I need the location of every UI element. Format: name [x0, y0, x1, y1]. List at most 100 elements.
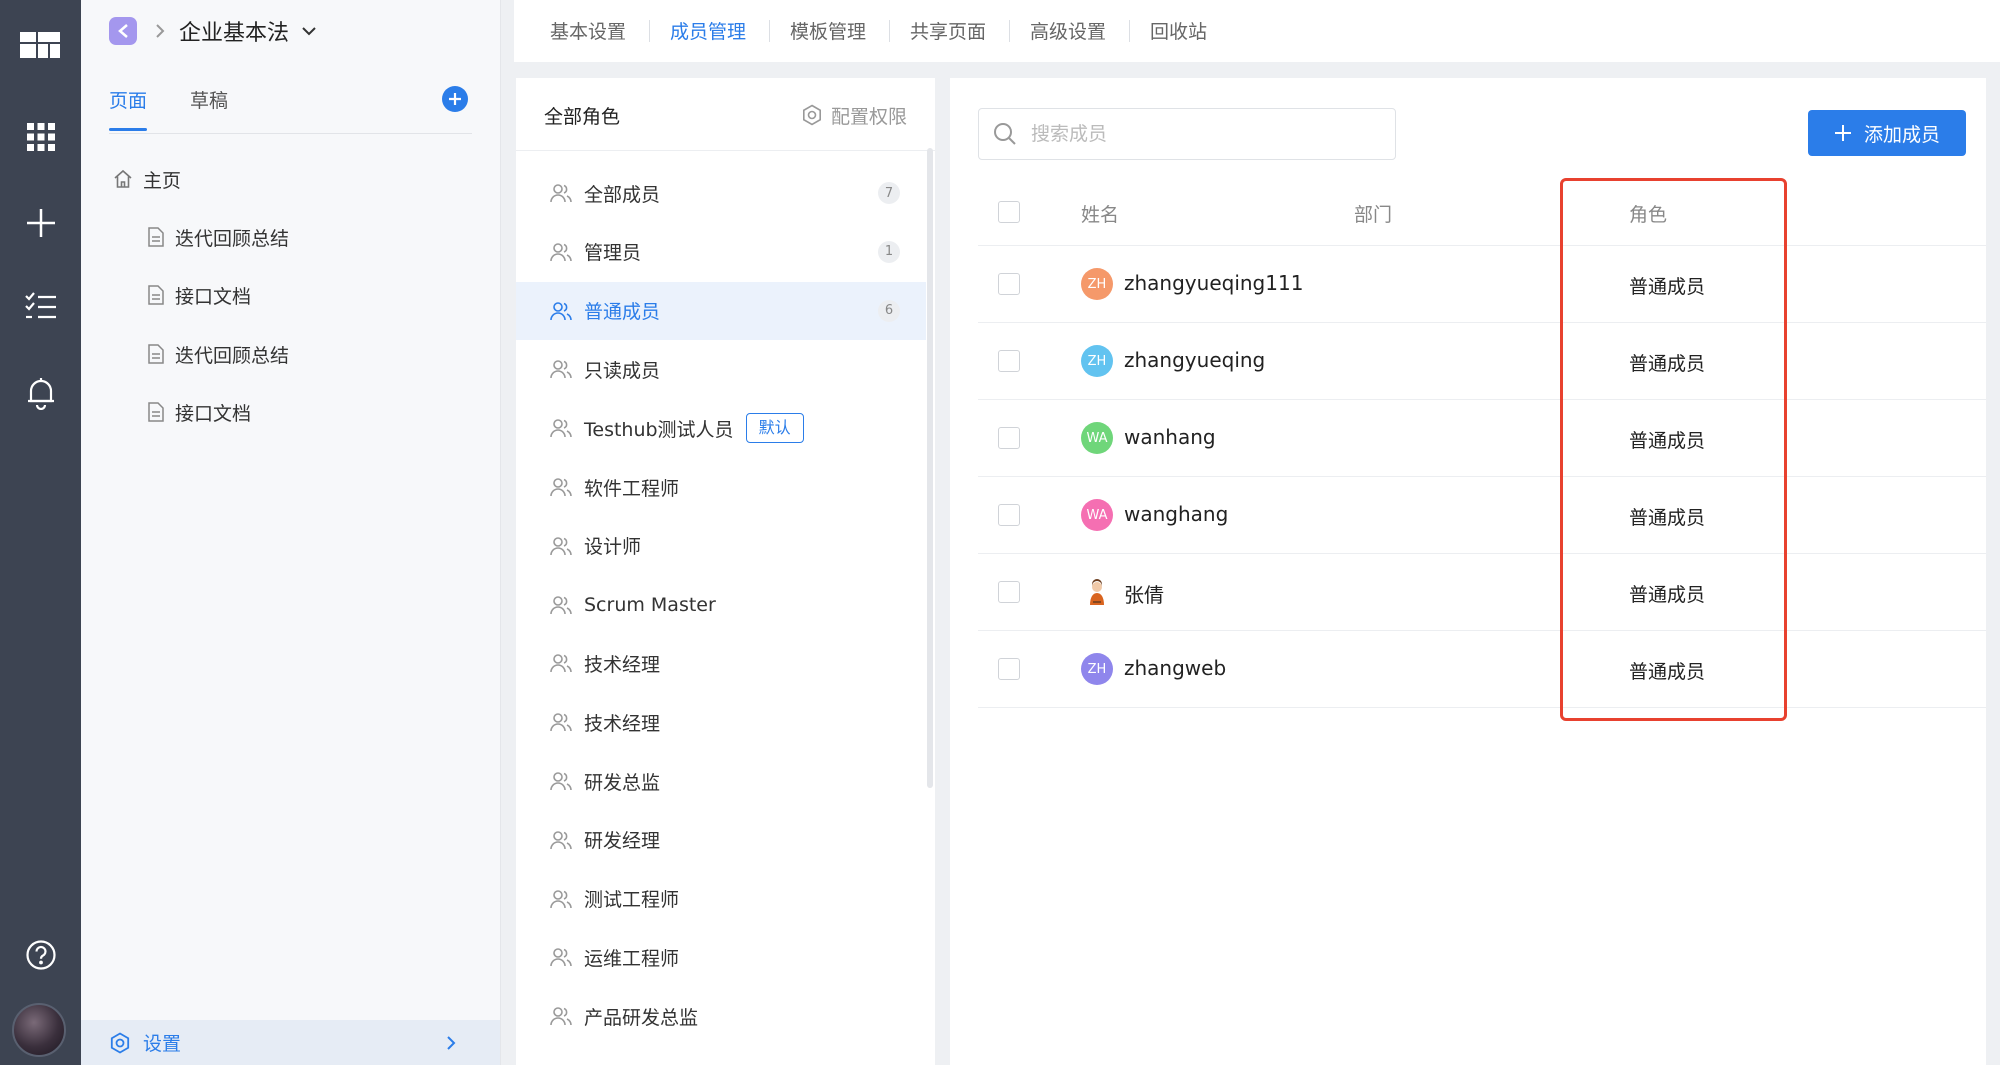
space-name[interactable]: 企业基本法 [179, 15, 289, 47]
home-icon [114, 169, 132, 188]
member-name[interactable]: wanhang [1124, 425, 1216, 449]
tab-divider [1009, 20, 1010, 42]
row-checkbox[interactable] [998, 581, 1020, 603]
row-checkbox[interactable] [998, 427, 1020, 449]
user-group-icon [550, 1007, 572, 1026]
settings-label: 设置 [143, 1033, 182, 1055]
tree-item-page[interactable]: 接口文档 [147, 397, 251, 427]
role-item[interactable]: 全部成员 7 [516, 164, 926, 222]
user-group-icon [550, 713, 572, 732]
member-name[interactable]: zhangyueqing111 [1124, 271, 1303, 295]
row-checkbox[interactable] [998, 273, 1020, 295]
role-item[interactable]: 普通成员 6 [516, 281, 926, 340]
configure-permissions-button[interactable]: 配置权限 [801, 102, 907, 129]
tree-item-page[interactable]: 迭代回顾总结 [147, 339, 289, 369]
add-member-label: 添加成员 [1863, 123, 1940, 146]
apps-grid-icon[interactable] [0, 112, 81, 162]
page-tabs: 页面 草稿 [109, 82, 472, 134]
role-item[interactable]: 设计师 [516, 517, 926, 575]
member-avatar: WA [1081, 499, 1113, 531]
tab-advanced-settings[interactable]: 高级设置 [1030, 17, 1106, 44]
row-divider [978, 553, 1986, 554]
document-icon [148, 402, 164, 422]
tab-recycle-bin[interactable]: 回收站 [1150, 17, 1207, 44]
row-divider [978, 630, 1986, 631]
plus-icon[interactable] [0, 198, 81, 248]
tab-divider [889, 20, 890, 42]
avatar-image-icon [1090, 579, 1104, 605]
role-item[interactable]: 产品研发总监 [516, 987, 926, 1045]
search-box[interactable] [978, 108, 1396, 160]
roles-title: 全部角色 [544, 105, 621, 128]
role-label: 只读成员 [584, 359, 661, 382]
tab-divider [1129, 20, 1130, 42]
roles-panel: 全部角色 配置权限 全部成员 7 管理员 1 普通成员 6 只读成员 Testhub测试人员默… [516, 78, 935, 1065]
member-avatar: ZH [1081, 268, 1113, 300]
role-item[interactable]: 运维工程师 [516, 928, 926, 986]
avatar-initials: WA [1086, 430, 1108, 446]
role-label: 技术经理 [584, 653, 661, 676]
document-icon [148, 227, 164, 247]
role-label: Scrum Master [584, 593, 716, 616]
role-count-badge: 7 [878, 182, 900, 204]
column-header-department[interactable]: 部门 [1354, 200, 1392, 227]
search-input[interactable] [1031, 123, 1391, 145]
role-label: 研发总监 [584, 771, 661, 794]
user-avatar[interactable] [12, 1003, 66, 1057]
role-column-highlight [1560, 178, 1787, 721]
role-item[interactable]: 测试工程师 [516, 870, 926, 928]
search-icon [994, 123, 1016, 145]
member-name[interactable]: wanghang [1124, 502, 1228, 526]
avatar-initials: WA [1086, 507, 1108, 523]
member-name[interactable]: zhangweb [1124, 656, 1226, 680]
app-rail [0, 0, 81, 1065]
row-checkbox[interactable] [998, 350, 1020, 372]
chevron-down-icon[interactable] [301, 26, 317, 36]
row-divider [978, 399, 1986, 400]
bell-icon[interactable] [0, 368, 81, 418]
member-name[interactable]: 张倩 [1124, 579, 1164, 608]
tab-template-management[interactable]: 模板管理 [790, 17, 866, 44]
row-checkbox[interactable] [998, 658, 1020, 680]
logo-icon[interactable] [0, 20, 81, 70]
role-item[interactable]: 软件工程师 [516, 458, 926, 516]
select-all-checkbox[interactable] [998, 201, 1020, 223]
column-header-name[interactable]: 姓名 [1081, 200, 1119, 227]
member-avatar [1081, 576, 1113, 608]
role-item[interactable]: 技术经理 [516, 634, 926, 692]
user-group-icon [550, 360, 572, 379]
row-checkbox[interactable] [998, 504, 1020, 526]
scrollbar[interactable] [927, 148, 933, 788]
user-group-icon [550, 242, 572, 261]
tab-shared-pages[interactable]: 共享页面 [910, 17, 986, 44]
user-group-icon [550, 830, 572, 849]
add-member-button[interactable]: 添加成员 [1808, 110, 1966, 156]
user-group-icon [550, 419, 572, 438]
user-group-icon [550, 595, 572, 614]
tab-member-management[interactable]: 成员管理 [670, 17, 746, 44]
role-item[interactable]: 研发经理 [516, 811, 926, 869]
tab-pages[interactable]: 页面 [109, 86, 148, 131]
settings-bar[interactable]: 设置 [81, 1020, 500, 1065]
role-item[interactable]: Testhub测试人员 默认 [516, 399, 926, 457]
avatar-initials: ZH [1087, 276, 1107, 292]
user-group-icon [550, 478, 572, 497]
role-item[interactable]: Scrum Master [516, 576, 926, 634]
tree-item-page[interactable]: 迭代回顾总结 [147, 222, 289, 252]
role-item[interactable]: 管理员 1 [516, 223, 926, 281]
tab-drafts[interactable]: 草稿 [190, 86, 228, 113]
plus-icon [1834, 125, 1851, 141]
role-item[interactable]: 技术经理 [516, 693, 926, 751]
tree-item-page[interactable]: 接口文档 [147, 280, 251, 310]
help-icon[interactable] [0, 930, 81, 980]
row-divider [978, 322, 1986, 323]
role-item[interactable]: 只读成员 [516, 340, 926, 398]
task-list-icon[interactable] [0, 282, 81, 332]
role-item[interactable]: 研发总监 [516, 752, 926, 810]
header-divider [978, 245, 1986, 246]
tree-item-home[interactable]: 主页 [113, 164, 181, 194]
tab-basic-settings[interactable]: 基本设置 [550, 17, 626, 44]
member-name[interactable]: zhangyueqing [1124, 348, 1265, 372]
role-label: 运维工程师 [584, 947, 680, 970]
add-page-button[interactable] [442, 86, 468, 112]
